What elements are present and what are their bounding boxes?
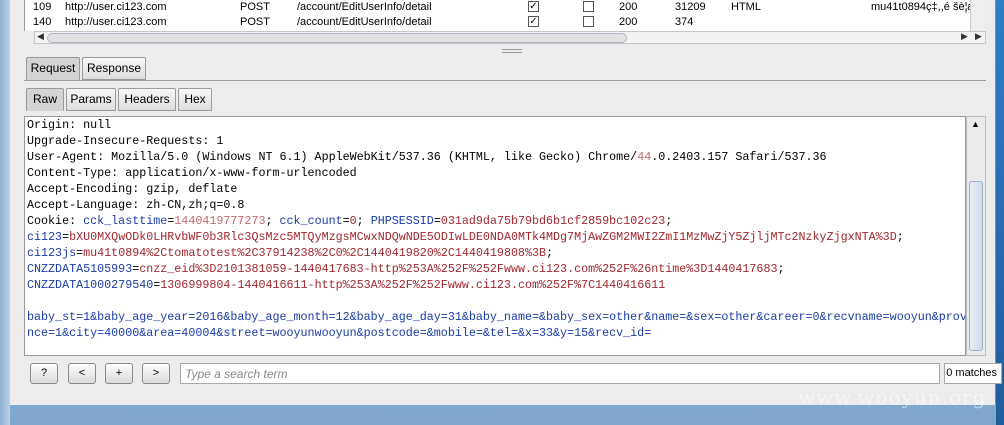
scroll-right-icon[interactable]: ▶: [961, 31, 968, 42]
scroll-left-icon[interactable]: ◀: [37, 31, 44, 42]
pane-splitter-handle[interactable]: [502, 49, 522, 53]
tab-headers[interactable]: Headers: [118, 88, 176, 111]
row-host: http://user.ci123.com: [65, 16, 167, 28]
cookie-line: ci123=bXU0MXQwODk0LHRvbWF0b3Rlc3QsMzc5MT…: [27, 230, 904, 244]
cookie-value: 1440419777273: [174, 214, 266, 228]
search-input[interactable]: [180, 363, 940, 384]
cookie-value: bXU0MXQwODk0LHRvbWF0b3Rlc3QsMzc5MTQyMzgs…: [69, 230, 897, 244]
row-method: POST: [240, 16, 270, 28]
cookie-line: ci123js=mu41t0894%2Ctomatotest%2C3791423…: [27, 246, 554, 260]
header-origin: Origin: null: [27, 118, 112, 132]
cookie-key: cck_lasttime: [83, 214, 168, 228]
cookie-value: mu41t0894%2Ctomatotest%2C37914238%2C0%2C…: [83, 246, 547, 260]
proxy-history-table: 109 http://user.ci123.com POST /account/…: [24, 0, 984, 31]
raw-request-editor[interactable]: Origin: null Upgrade-Insecure-Requests: …: [24, 116, 966, 356]
header-cookie: Cookie: cck_lasttime=1440419777273; cck_…: [27, 214, 673, 228]
header-user-agent: User-Agent: Mozilla/5.0 (Windows NT 6.1)…: [27, 149, 827, 165]
table-vertical-scrollbar[interactable]: [970, 0, 984, 31]
tab-response[interactable]: Response: [82, 57, 146, 80]
cookie-key: PHPSESSID: [370, 214, 434, 228]
scroll-right-end-icon[interactable]: ▶: [975, 31, 982, 42]
header-accept-encoding: Accept-Encoding: gzip, deflate: [27, 182, 238, 196]
row-number: 109: [33, 1, 52, 13]
cookie-value: 0: [349, 214, 357, 228]
table-horizontal-scrollbar[interactable]: ◀ ▶ ▶: [34, 31, 986, 44]
window-frame-left: [0, 0, 10, 425]
desktop-background: [996, 0, 1004, 425]
request-body-line: baby_st=1&baby_age_year=2016&baby_age_mo…: [27, 310, 966, 324]
scroll-thumb[interactable]: [47, 33, 627, 43]
row-host: http://user.ci123.com: [65, 1, 167, 13]
help-button[interactable]: ?: [30, 363, 58, 384]
match-count: 0 matches: [944, 363, 1002, 384]
previous-button[interactable]: <: [68, 363, 96, 384]
cookie-line: CNZZDATA5105993=cnzz_eid%3D2101381059-14…: [27, 262, 785, 276]
tab-params[interactable]: Params: [66, 88, 116, 111]
cookie-line: CNZZDATA1000279540=1306999804-1440416611…: [27, 278, 666, 292]
edited-checkbox[interactable]: ✓: [528, 1, 539, 12]
editor-vertical-scrollbar[interactable]: ▲: [966, 116, 986, 356]
add-button[interactable]: +: [105, 363, 133, 384]
row-url: /account/EditUserInfo/detail: [297, 1, 432, 13]
row-length: 374: [675, 16, 694, 28]
row-mime: HTML: [731, 1, 761, 13]
table-row[interactable]: 140 http://user.ci123.com POST /account/…: [25, 15, 983, 30]
cookie-key: ci123js: [27, 246, 77, 260]
scroll-thumb[interactable]: [969, 181, 983, 351]
ua-version: 44: [637, 150, 652, 164]
next-button[interactable]: >: [142, 363, 170, 384]
tab-request[interactable]: Request: [26, 57, 80, 80]
search-bar: ? < + > 0 matches: [24, 360, 1002, 388]
cookie-value: 031ad9da75b79bd6b1cf2859bc102c23: [440, 214, 666, 228]
row-length: 31209: [675, 1, 706, 13]
cookie-key: CNZZDATA5105993: [27, 262, 133, 276]
cookie-key: CNZZDATA1000279540: [27, 278, 154, 292]
cookie-label: Cookie:: [27, 214, 84, 228]
tab-hex[interactable]: Hex: [178, 88, 212, 111]
tab-divider: [24, 80, 986, 81]
cookie-value: 1306999804-1440416611-http%253A%252F%252…: [160, 278, 666, 292]
tab-raw[interactable]: Raw: [26, 88, 64, 111]
burp-window: 109 http://user.ci123.com POST /account/…: [10, 0, 1002, 405]
header-upgrade: Upgrade-Insecure-Requests: 1: [27, 134, 224, 148]
request-body-line: nce=1&city=40000&area=40004&street=wooyu…: [27, 326, 652, 340]
edited-checkbox[interactable]: ✓: [528, 16, 539, 27]
row-status: 200: [619, 1, 638, 13]
watermark: www.wooyun.org: [798, 385, 987, 409]
row-method: POST: [240, 1, 270, 13]
ua-part: User-Agent: Mozilla/5.0 (Windows NT 6.1)…: [27, 150, 638, 164]
cookie-key: ci123: [27, 230, 63, 244]
comment-checkbox[interactable]: [583, 1, 594, 12]
cookie-value: cnzz_eid%3D2101381059-1440417683-http%25…: [139, 262, 778, 276]
table-row[interactable]: 109 http://user.ci123.com POST /account/…: [25, 0, 983, 15]
row-status: 200: [619, 16, 638, 28]
ua-part: .0.2403.157 Safari/537.36: [651, 150, 827, 164]
header-accept-language: Accept-Language: zh-CN,zh;q=0.8: [27, 198, 245, 212]
row-extra: mu41t0894ç‡,,é šè¦æ: [871, 1, 978, 13]
row-number: 140: [33, 16, 52, 28]
scroll-up-icon[interactable]: ▲: [971, 119, 980, 129]
comment-checkbox[interactable]: [583, 16, 594, 27]
row-url: /account/EditUserInfo/detail: [297, 16, 432, 28]
header-content-type: Content-Type: application/x-www-form-url…: [27, 166, 357, 180]
cookie-key: cck_count: [279, 214, 343, 228]
